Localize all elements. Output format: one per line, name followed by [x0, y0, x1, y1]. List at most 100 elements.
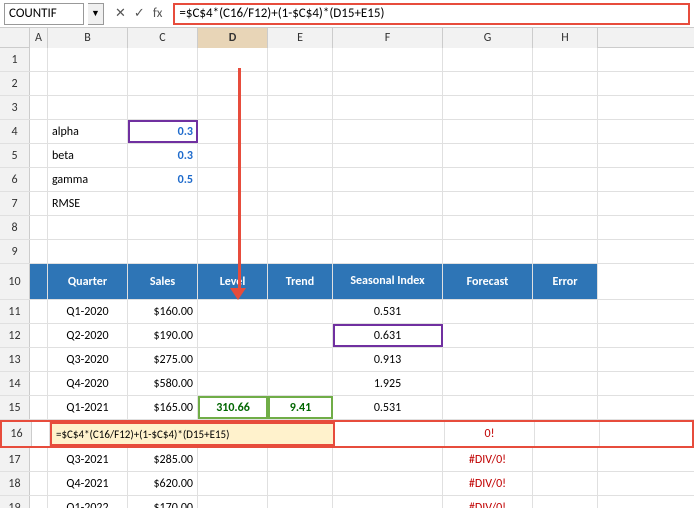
col-header-b[interactable]: B: [48, 28, 128, 48]
col-header-a[interactable]: A: [30, 28, 48, 48]
cell-h3[interactable]: [533, 96, 598, 119]
cell-h14[interactable]: [533, 372, 598, 395]
cell-a4[interactable]: [30, 120, 48, 143]
cell-g13[interactable]: [443, 348, 533, 371]
cell-h12[interactable]: [533, 324, 598, 347]
header-error[interactable]: Error: [533, 264, 598, 299]
cell-h13[interactable]: [533, 348, 598, 371]
header-sales[interactable]: Sales: [128, 264, 198, 299]
col-header-e[interactable]: E: [268, 28, 333, 48]
cell-e14[interactable]: [268, 372, 333, 395]
cell-f12[interactable]: 0.631: [333, 324, 443, 347]
cell-e2[interactable]: [268, 72, 333, 95]
cell-h5[interactable]: [533, 144, 598, 167]
cell-c4[interactable]: 0.3: [128, 120, 198, 143]
cancel-icon[interactable]: ✕: [112, 6, 129, 21]
cell-d14[interactable]: [198, 372, 268, 395]
cell-d12[interactable]: [198, 324, 268, 347]
cell-f16[interactable]: [335, 422, 445, 446]
cell-g19[interactable]: #DIV/0!: [443, 496, 533, 508]
name-box[interactable]: COUNTIF: [4, 3, 84, 25]
cell-e11[interactable]: [268, 300, 333, 323]
cell-h18[interactable]: [533, 472, 598, 495]
cell-g14[interactable]: [443, 372, 533, 395]
header-trend[interactable]: Trend: [268, 264, 333, 299]
cell-g15[interactable]: [443, 396, 533, 419]
cell-a5[interactable]: [30, 144, 48, 167]
cell-f2[interactable]: [333, 72, 443, 95]
cell-e13[interactable]: [268, 348, 333, 371]
cell-f3[interactable]: [333, 96, 443, 119]
cell-f15[interactable]: 0.531: [333, 396, 443, 419]
header-forecast[interactable]: Forecast: [443, 264, 533, 299]
cell-f4[interactable]: [333, 120, 443, 143]
cell-d3[interactable]: [198, 96, 268, 119]
cell-g4[interactable]: [443, 120, 533, 143]
cell-h11[interactable]: [533, 300, 598, 323]
cell-b14[interactable]: Q4-2020: [48, 372, 128, 395]
cell-g11[interactable]: [443, 300, 533, 323]
col-header-c[interactable]: C: [128, 28, 198, 48]
cell-c18[interactable]: $620.00: [128, 472, 198, 495]
cell-f5[interactable]: [333, 144, 443, 167]
cell-g5[interactable]: [443, 144, 533, 167]
cell-g3[interactable]: [443, 96, 533, 119]
cell-g12[interactable]: [443, 324, 533, 347]
cell-e6[interactable]: [268, 168, 333, 191]
cell-c17[interactable]: $285.00: [128, 448, 198, 471]
cell-e15[interactable]: 9.41: [268, 396, 333, 419]
confirm-icon[interactable]: ✓: [131, 6, 148, 21]
fx-icon[interactable]: fx: [150, 6, 166, 21]
cell-d1[interactable]: [198, 48, 268, 71]
cell-e5[interactable]: [268, 144, 333, 167]
cell-g16[interactable]: 0!: [445, 422, 535, 446]
cell-a7[interactable]: [30, 192, 48, 215]
cell-f11[interactable]: 0.531: [333, 300, 443, 323]
cell-h15[interactable]: [533, 396, 598, 419]
cell-b7[interactable]: RMSE: [48, 192, 128, 215]
cell-e19[interactable]: [268, 496, 333, 508]
cell-f6[interactable]: [333, 168, 443, 191]
cell-d15[interactable]: 310.66: [198, 396, 268, 419]
cell-c6[interactable]: 0.5: [128, 168, 198, 191]
header-quarter[interactable]: Quarter: [48, 264, 128, 299]
cell-a1[interactable]: [30, 48, 48, 71]
cell-c7[interactable]: [128, 192, 198, 215]
header-cell-a10[interactable]: [30, 264, 48, 299]
cell-e12[interactable]: [268, 324, 333, 347]
cell-e4[interactable]: [268, 120, 333, 143]
header-seasonal-index[interactable]: Seasonal Index: [333, 264, 443, 299]
cell-b13[interactable]: Q3-2020: [48, 348, 128, 371]
cell-a2[interactable]: [30, 72, 48, 95]
cell-c5[interactable]: 0.3: [128, 144, 198, 167]
cell-d13[interactable]: [198, 348, 268, 371]
cell-h7[interactable]: [533, 192, 598, 215]
cell-e7[interactable]: [268, 192, 333, 215]
cell-f7[interactable]: [333, 192, 443, 215]
name-box-dropdown[interactable]: ▼: [88, 3, 104, 25]
cell-g7[interactable]: [443, 192, 533, 215]
cell-g18[interactable]: #DIV/0!: [443, 472, 533, 495]
cell-f13[interactable]: 0.913: [333, 348, 443, 371]
cell-e17[interactable]: [268, 448, 333, 471]
cell-d6[interactable]: [198, 168, 268, 191]
cell-c13[interactable]: $275.00: [128, 348, 198, 371]
cell-b1[interactable]: [48, 48, 128, 71]
cell-g6[interactable]: [443, 168, 533, 191]
col-header-h[interactable]: H: [533, 28, 598, 48]
cell-e3[interactable]: [268, 96, 333, 119]
cell-h6[interactable]: [533, 168, 598, 191]
cell-b11[interactable]: Q1-2020: [48, 300, 128, 323]
header-level[interactable]: Level: [198, 264, 268, 299]
col-header-g[interactable]: G: [443, 28, 533, 48]
col-header-d[interactable]: D: [198, 28, 268, 48]
col-header-f[interactable]: F: [333, 28, 443, 48]
cell-b3[interactable]: [48, 96, 128, 119]
cell-h19[interactable]: [533, 496, 598, 508]
cell-h16[interactable]: [535, 422, 600, 446]
cell-b19[interactable]: Q1-2022: [48, 496, 128, 508]
cell-b17[interactable]: Q3-2021: [48, 448, 128, 471]
cell-e18[interactable]: [268, 472, 333, 495]
cell-f18[interactable]: [333, 472, 443, 495]
cell-g2[interactable]: [443, 72, 533, 95]
